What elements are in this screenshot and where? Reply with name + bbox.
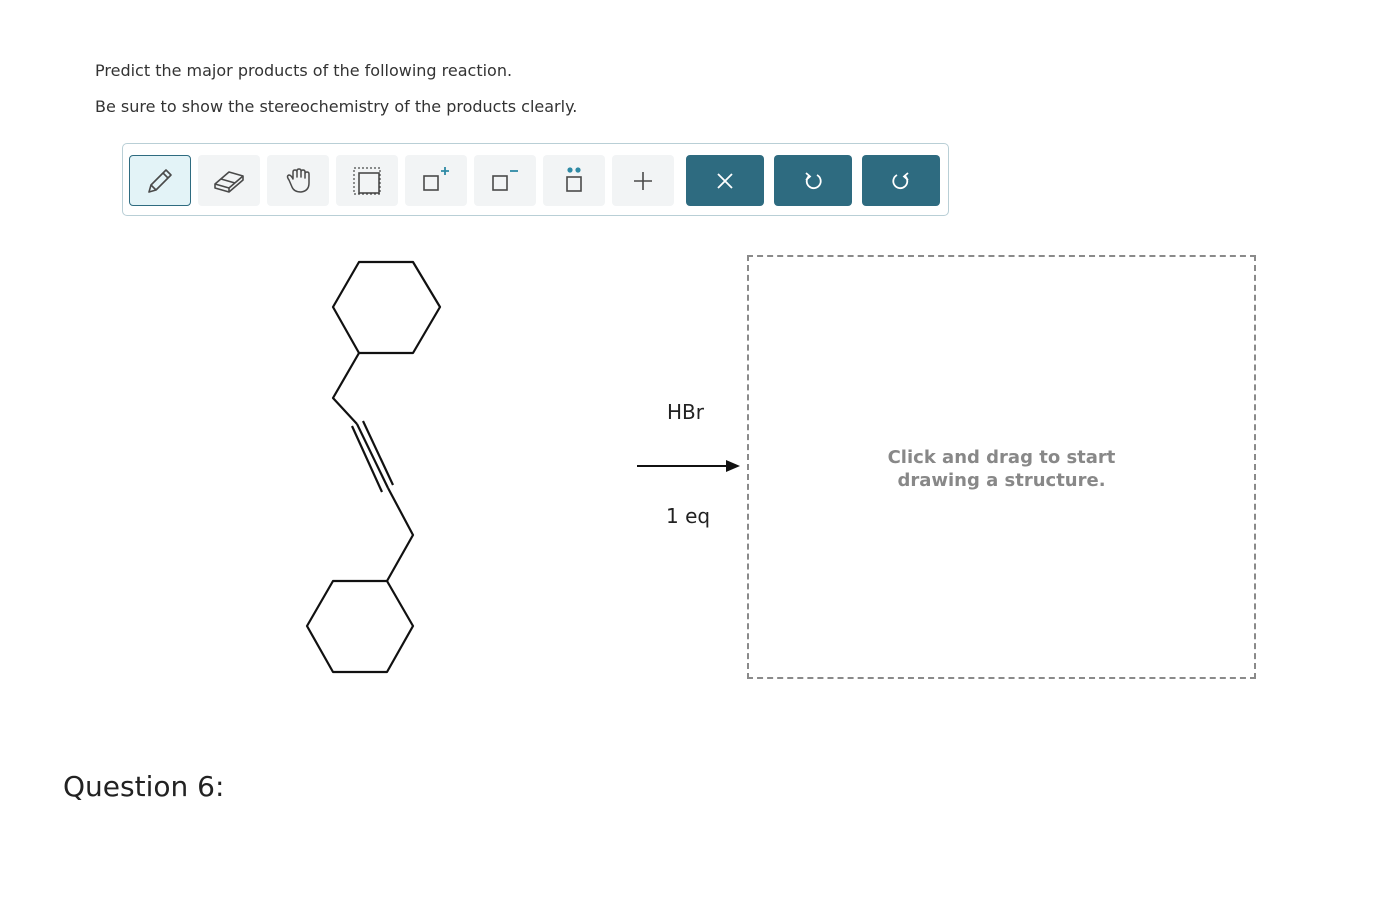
- hand-icon: [286, 167, 310, 193]
- clear-icon: [717, 172, 733, 189]
- reaction-arrow-icon: [637, 460, 740, 472]
- product-drawing-area[interactable]: Click and drag to start drawing a struct…: [747, 255, 1256, 679]
- lone-pair-icon: [566, 166, 582, 192]
- triple-bond-left: [350, 425, 384, 493]
- redo-icon: [892, 171, 909, 189]
- condition-label: 1 eq: [666, 504, 711, 528]
- eraser-icon: [214, 170, 244, 193]
- reagent-label: HBr: [667, 400, 704, 424]
- bottom-cyclohexane-ring: [305, 579, 415, 674]
- negative-charge-icon: [492, 169, 518, 191]
- negative-charge-button[interactable]: [474, 155, 536, 206]
- pencil-tool-button[interactable]: [129, 155, 191, 206]
- question-label: Question 6:: [63, 770, 225, 803]
- positive-charge-button[interactable]: [405, 155, 467, 206]
- select-tool-button[interactable]: [336, 155, 398, 206]
- hand-tool-button[interactable]: [267, 155, 329, 206]
- drawing-toolbar: [122, 143, 949, 216]
- question-prompt: Predict the major products of the follow…: [95, 61, 513, 80]
- reaction-arrow-group: HBr 1 eq: [630, 390, 750, 540]
- plus-icon: [634, 171, 652, 190]
- reactant-structure: [305, 260, 442, 674]
- stereochemistry-instruction: Be sure to show the stereochemistry of t…: [95, 97, 578, 116]
- triple-bond-center: [356, 423, 389, 489]
- bottom-methylene-bond: [386, 487, 415, 582]
- top-cyclohexane-ring: [331, 260, 442, 355]
- eraser-tool-button[interactable]: [198, 155, 260, 206]
- select-icon: [353, 166, 381, 195]
- undo-button[interactable]: [774, 155, 852, 206]
- add-reaction-plus-button[interactable]: [612, 155, 674, 206]
- undo-icon: [805, 171, 822, 189]
- drawing-placeholder: Click and drag to start drawing a struct…: [887, 447, 1116, 491]
- pencil-icon: [148, 168, 172, 193]
- triple-bond-right: [362, 420, 394, 486]
- positive-charge-icon: [423, 166, 449, 191]
- top-methylene-bond: [331, 352, 360, 425]
- redo-button[interactable]: [862, 155, 940, 206]
- lone-pair-button[interactable]: [543, 155, 605, 206]
- clear-button[interactable]: [686, 155, 764, 206]
